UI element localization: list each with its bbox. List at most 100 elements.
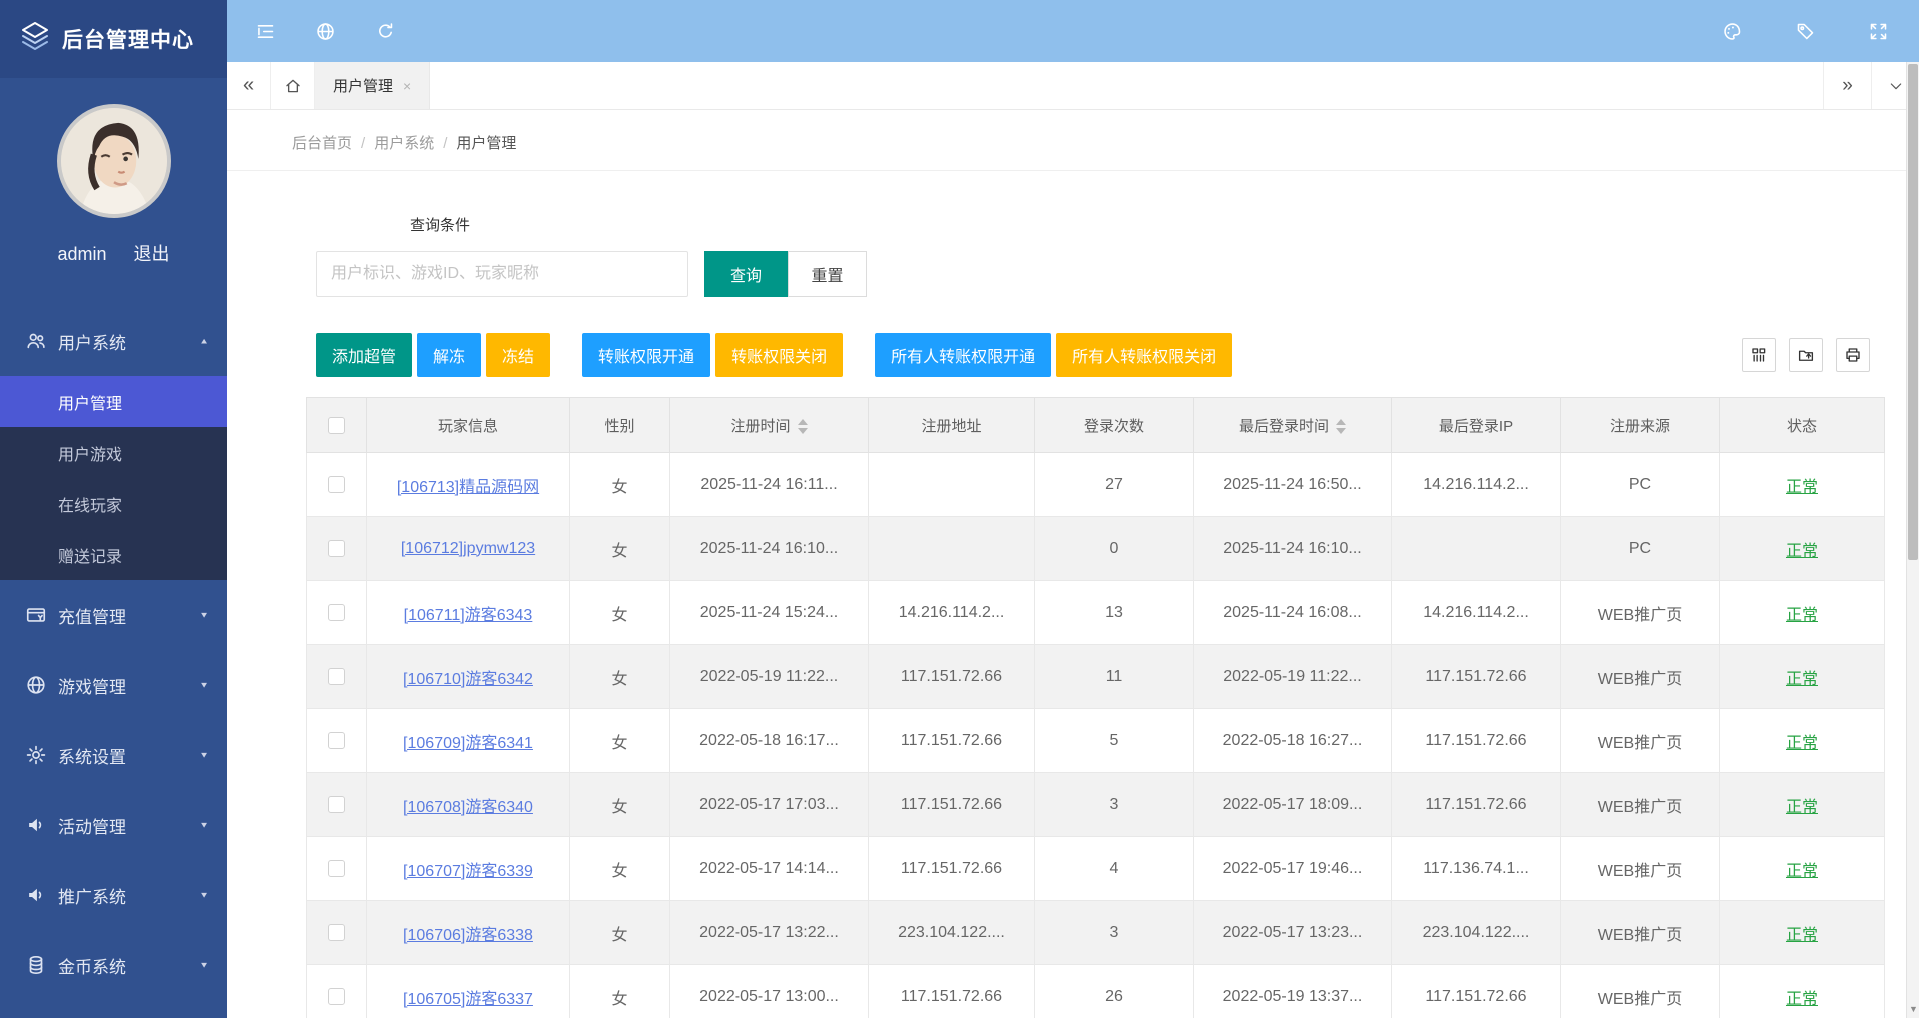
search-input[interactable] bbox=[316, 251, 688, 297]
collapse-menu-icon[interactable] bbox=[255, 21, 276, 42]
row-checkbox[interactable] bbox=[328, 988, 345, 1005]
breadcrumb-item[interactable]: 后台首页 bbox=[292, 135, 352, 152]
palette-icon[interactable] bbox=[1722, 21, 1743, 42]
table-cell: 2022-05-17 13:22... bbox=[670, 901, 869, 965]
columns-icon[interactable] bbox=[1742, 338, 1776, 372]
sidebar-item-activity-management[interactable]: 活动管理▼ bbox=[0, 790, 227, 860]
table-cell: 2022-05-17 19:46... bbox=[1194, 837, 1392, 901]
chevron-down-icon: ▼ bbox=[199, 611, 209, 620]
add-super-admin-button[interactable]: 添加超管 bbox=[316, 333, 412, 377]
status-link[interactable]: 正常 bbox=[1786, 863, 1818, 880]
row-checkbox[interactable] bbox=[328, 668, 345, 685]
status-link[interactable]: 正常 bbox=[1786, 735, 1818, 752]
player-link[interactable]: [106712]jpymw123 bbox=[401, 540, 535, 557]
sidebar-subitem-user-management[interactable]: 用户管理 bbox=[0, 376, 227, 427]
unfreeze-button[interactable]: 解冻 bbox=[417, 333, 481, 377]
freeze-button[interactable]: 冻结 bbox=[486, 333, 550, 377]
column-header: 登录次数 bbox=[1035, 398, 1194, 453]
player-link[interactable]: [106706]游客6338 bbox=[403, 927, 533, 944]
query-button[interactable]: 查询 bbox=[704, 251, 788, 297]
status-link[interactable]: 正常 bbox=[1786, 671, 1818, 688]
fullscreen-icon[interactable] bbox=[1868, 21, 1889, 42]
breadcrumb-item[interactable]: 用户系统 bbox=[374, 135, 434, 152]
sidebar-subitem-gift-records[interactable]: 赠送记录 bbox=[0, 529, 227, 580]
table-cell: WEB推广页 bbox=[1561, 645, 1720, 709]
tag-icon[interactable] bbox=[1795, 21, 1816, 42]
column-header: 注册来源 bbox=[1561, 398, 1720, 453]
status-link[interactable]: 正常 bbox=[1786, 927, 1818, 944]
home-tab-icon[interactable] bbox=[271, 62, 315, 109]
column-header: 注册地址 bbox=[869, 398, 1035, 453]
transfer-permission-open-button[interactable]: 转账权限开通 bbox=[582, 333, 710, 377]
globe-icon bbox=[25, 674, 47, 696]
player-link[interactable]: [106707]游客6339 bbox=[403, 863, 533, 880]
all-transfer-permission-open-button[interactable]: 所有人转账权限开通 bbox=[875, 333, 1051, 377]
status-link[interactable]: 正常 bbox=[1786, 991, 1818, 1008]
row-checkbox[interactable] bbox=[328, 476, 345, 493]
sidebar-item-label: 推广系统 bbox=[58, 883, 199, 908]
sidebar-item-system-settings[interactable]: 系统设置▼ bbox=[0, 720, 227, 790]
avatar[interactable] bbox=[57, 104, 171, 218]
row-checkbox[interactable] bbox=[328, 860, 345, 877]
profile-area: admin 退出 bbox=[0, 78, 227, 266]
tab-user-management[interactable]: 用户管理 × bbox=[315, 62, 430, 109]
users-icon bbox=[25, 330, 47, 352]
player-link[interactable]: [106709]游客6341 bbox=[403, 735, 533, 752]
sidebar-item-game-management[interactable]: 游戏管理▼ bbox=[0, 650, 227, 720]
row-checkbox[interactable] bbox=[328, 796, 345, 813]
sidebar-item-user-system[interactable]: 用户系统▲ bbox=[0, 306, 227, 376]
row-checkbox[interactable] bbox=[328, 604, 345, 621]
table-cell: 2022-05-17 14:14... bbox=[670, 837, 869, 901]
select-all-checkbox[interactable] bbox=[328, 417, 345, 434]
tab-close-icon[interactable]: × bbox=[403, 78, 411, 94]
table-cell: 11 bbox=[1035, 645, 1194, 709]
sidebar-item-recharge-management[interactable]: 充值管理▼ bbox=[0, 580, 227, 650]
sidebar-subitem-online-players[interactable]: 在线玩家 bbox=[0, 478, 227, 529]
status-link[interactable]: 正常 bbox=[1786, 479, 1818, 496]
reset-button[interactable]: 重置 bbox=[788, 251, 867, 297]
player-link[interactable]: [106710]游客6342 bbox=[403, 671, 533, 688]
all-transfer-permission-close-button[interactable]: 所有人转账权限关闭 bbox=[1056, 333, 1232, 377]
transfer-permission-close-button[interactable]: 转账权限关闭 bbox=[715, 333, 843, 377]
row-checkbox[interactable] bbox=[328, 924, 345, 941]
column-header[interactable]: 最后登录时间 bbox=[1194, 398, 1392, 453]
sidebar-subitem-user-games[interactable]: 用户游戏 bbox=[0, 427, 227, 478]
table-cell: 2022-05-17 13:23... bbox=[1194, 901, 1392, 965]
table-cell: 2025-11-24 16:50... bbox=[1194, 453, 1392, 517]
row-checkbox[interactable] bbox=[328, 540, 345, 557]
scrollbar-thumb[interactable] bbox=[1908, 64, 1918, 560]
player-link[interactable]: [106713]精品源码网 bbox=[397, 479, 539, 496]
tabs-scroll-right-button[interactable]: » bbox=[1823, 62, 1871, 109]
player-link[interactable]: [106711]游客6343 bbox=[404, 607, 533, 624]
table-cell: 223.104.122.... bbox=[1392, 901, 1561, 965]
sort-icon[interactable] bbox=[798, 419, 808, 434]
main-area: « 用户管理 × » 后台首页/用户系统/用户管理 查询条件 查询 重置 bbox=[227, 0, 1919, 1018]
table-row: [106713]精品源码网女2025-11-24 16:11...272025-… bbox=[307, 453, 1885, 517]
sidebar-item-promotion-system[interactable]: 推广系统▼ bbox=[0, 860, 227, 930]
export-icon[interactable] bbox=[1789, 338, 1823, 372]
status-link[interactable]: 正常 bbox=[1786, 799, 1818, 816]
vertical-scrollbar[interactable]: ▼ bbox=[1906, 62, 1919, 1018]
logout-link[interactable]: 退出 bbox=[134, 244, 170, 264]
table-cell: 女 bbox=[570, 965, 670, 1018]
globe-icon[interactable] bbox=[315, 21, 336, 42]
player-link[interactable]: [106708]游客6340 bbox=[403, 799, 533, 816]
column-header[interactable]: 注册时间 bbox=[670, 398, 869, 453]
tabs-scroll-left-button[interactable]: « bbox=[227, 62, 271, 109]
sidebar-item-gold-coin-system[interactable]: 金币系统▼ bbox=[0, 930, 227, 1000]
sidebar-item-label: 活动管理 bbox=[58, 813, 199, 838]
table-cell bbox=[869, 453, 1035, 517]
status-link[interactable]: 正常 bbox=[1786, 543, 1818, 560]
player-link[interactable]: [106705]游客6337 bbox=[403, 991, 533, 1008]
print-icon[interactable] bbox=[1836, 338, 1870, 372]
tabbar-spacer bbox=[430, 62, 1823, 109]
table-cell: 2025-11-24 15:24... bbox=[670, 581, 869, 645]
status-link[interactable]: 正常 bbox=[1786, 607, 1818, 624]
scrollbar-down-arrow-icon[interactable]: ▼ bbox=[1907, 1004, 1919, 1014]
sort-icon[interactable] bbox=[1336, 419, 1346, 434]
table-row: [106710]游客6342女2022-05-19 11:22...117.15… bbox=[307, 645, 1885, 709]
refresh-icon[interactable] bbox=[375, 21, 396, 42]
table-cell: 117.151.72.66 bbox=[869, 709, 1035, 773]
table-row: [106711]游客6343女2025-11-24 15:24...14.216… bbox=[307, 581, 1885, 645]
row-checkbox[interactable] bbox=[328, 732, 345, 749]
